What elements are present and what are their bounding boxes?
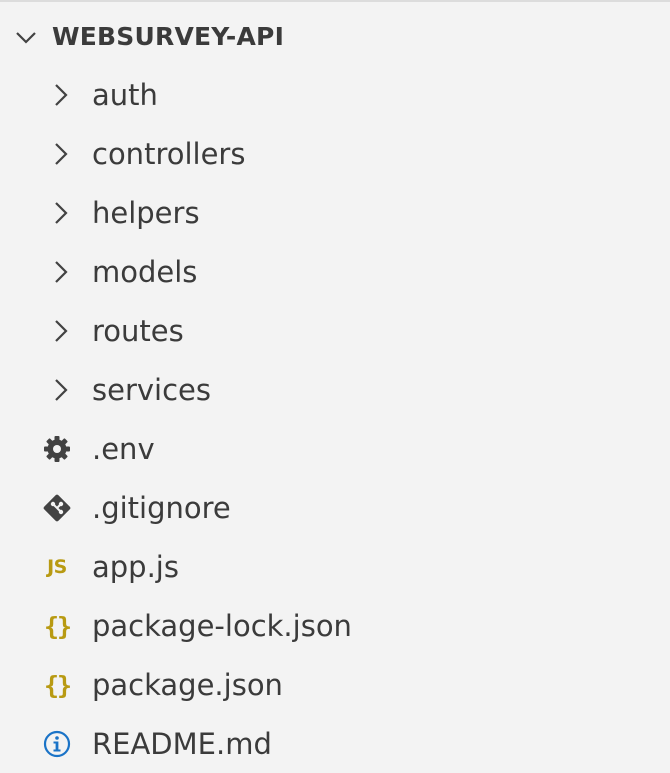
folder-label: auth [92,78,158,112]
folder-item-helpers[interactable]: helpers [0,184,670,242]
chevron-right-icon [55,84,68,106]
file-label: README.md [92,727,272,761]
file-label: app.js [92,550,179,584]
gear-icon [40,432,74,466]
json-braces: {} [43,611,72,641]
file-explorer-panel: WEBSURVEY-API auth controllers helpers m… [0,0,670,773]
chevron-right-icon [55,320,68,342]
file-label: package.json [92,668,283,702]
chevron-right-icon [55,202,68,224]
chevron-right-icon [55,143,68,165]
folder-item-controllers[interactable]: controllers [0,125,670,183]
chevron-right-icon [55,261,68,283]
git-icon [40,491,74,525]
file-item-package-lock-json[interactable]: {} package-lock.json [0,597,670,655]
folder-label: models [92,255,198,289]
folder-label: controllers [92,137,246,171]
javascript-icon: JS [40,550,74,584]
file-label: .env [92,432,155,466]
file-item-app-js[interactable]: JS app.js [0,538,670,596]
folder-label: routes [92,314,184,348]
file-label: .gitignore [92,491,231,525]
root-folder-label: WEBSURVEY-API [52,22,285,51]
chevron-right-icon [55,379,68,401]
folder-label: helpers [92,196,200,230]
file-item-package-json[interactable]: {} package.json [0,656,670,714]
file-item-env[interactable]: .env [0,420,670,478]
explorer-root-folder[interactable]: WEBSURVEY-API [0,8,670,66]
javascript-badge: JS [47,556,67,578]
file-label: package-lock.json [92,609,352,643]
json-braces: {} [43,670,72,700]
folder-item-routes[interactable]: routes [0,302,670,360]
folder-item-models[interactable]: models [0,243,670,301]
json-icon: {} [40,609,74,643]
folder-item-auth[interactable]: auth [0,66,670,124]
file-item-readme-md[interactable]: README.md [0,715,670,773]
file-item-gitignore[interactable]: .gitignore [0,479,670,537]
folder-item-services[interactable]: services [0,361,670,419]
chevron-down-icon [16,32,36,44]
json-icon: {} [40,668,74,702]
folder-label: services [92,373,211,407]
info-icon [40,727,74,761]
